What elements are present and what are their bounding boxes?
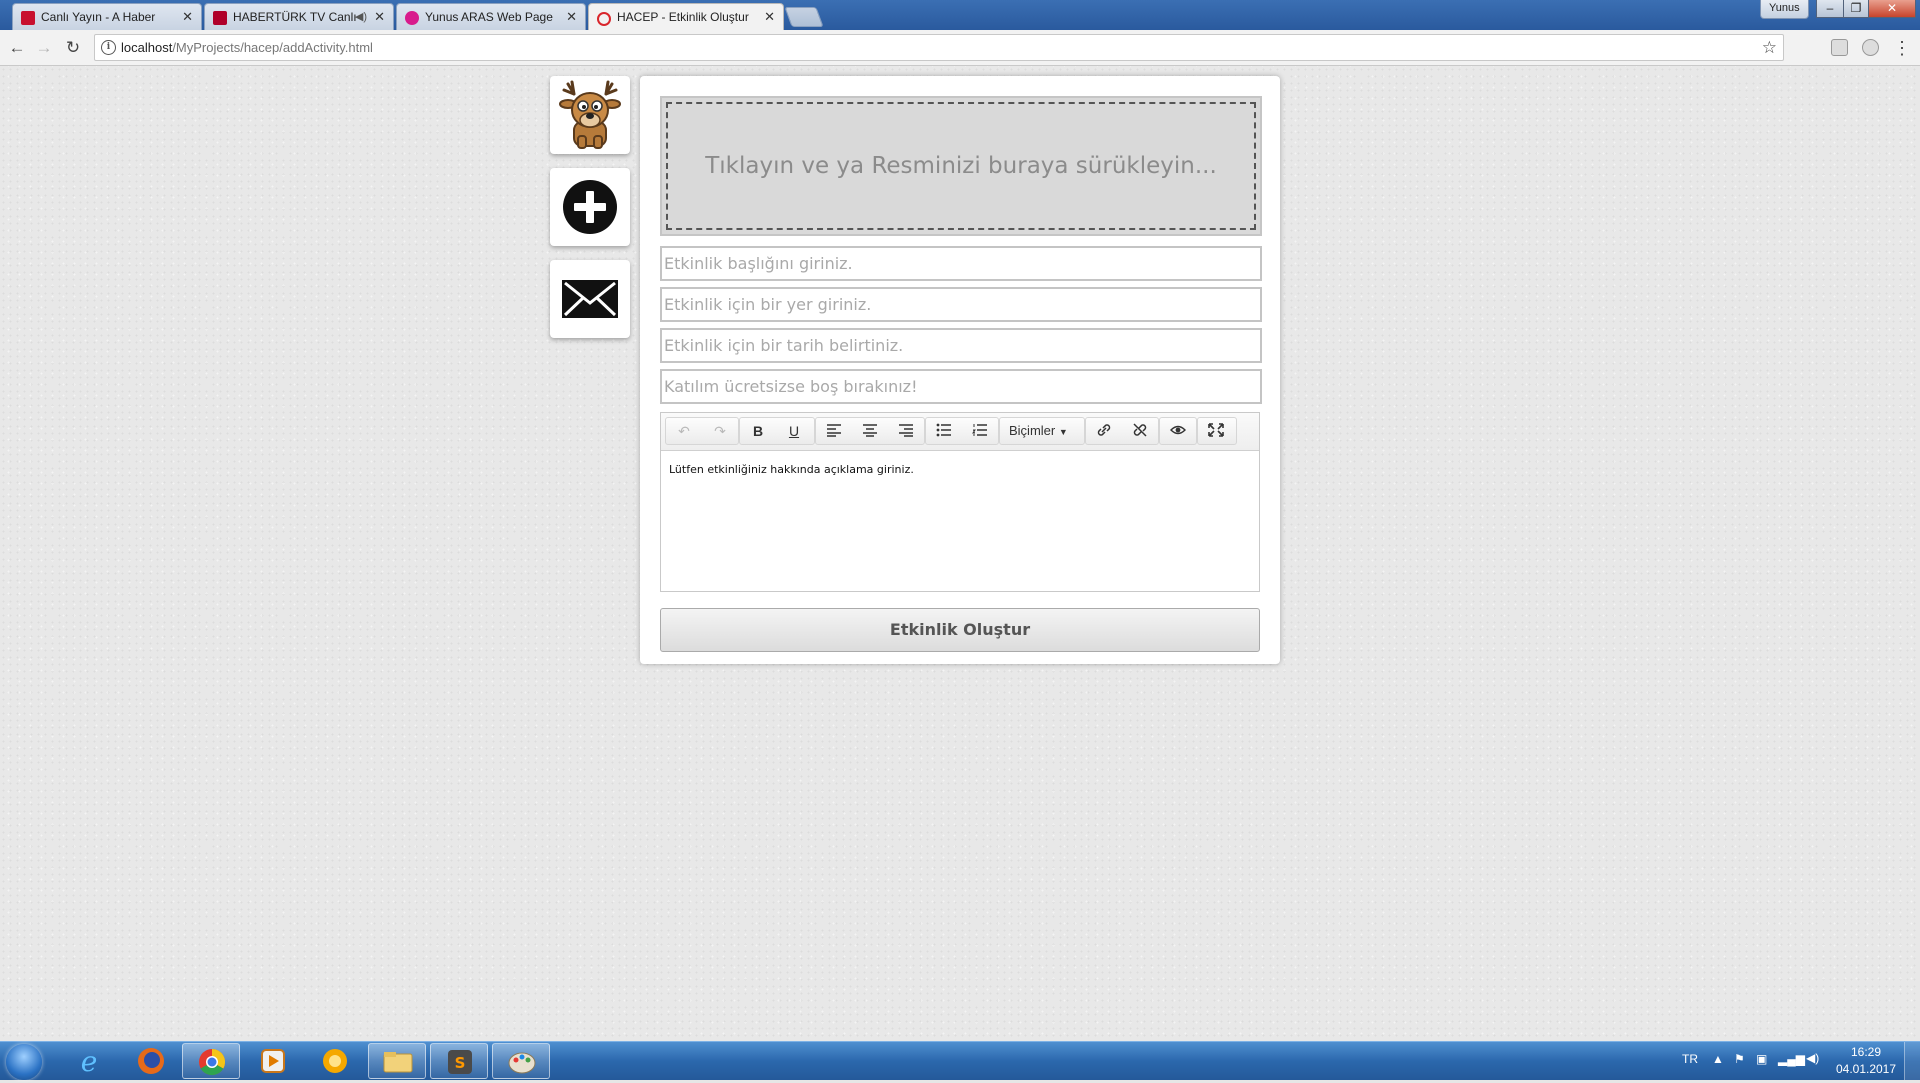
- align-right-icon[interactable]: [889, 417, 923, 445]
- chrome-icon[interactable]: [182, 1043, 240, 1079]
- svg-text:S: S: [455, 1054, 466, 1072]
- file-explorer-icon[interactable]: [368, 1043, 426, 1079]
- extension-icon[interactable]: [1831, 39, 1848, 56]
- editor-content[interactable]: Lütfen etkinliğiniz hakkında açıklama gi…: [669, 463, 914, 476]
- link-icon[interactable]: [1087, 417, 1121, 445]
- back-arrow-icon[interactable]: ←: [6, 37, 28, 59]
- rich-text-editor[interactable]: ↶ ↷ B U Biçimler ▼ Lütfen etkinliğiniz h…: [660, 412, 1260, 592]
- tab-hacep[interactable]: HACEP - Etkinlik Oluştur ✕: [588, 3, 784, 31]
- close-tab-icon[interactable]: ✕: [374, 4, 385, 30]
- redo-icon[interactable]: ↷: [703, 417, 737, 445]
- tab-title: HACEP - Etkinlik Oluştur: [617, 10, 749, 24]
- address-bar[interactable]: i localhost/MyProjects/hacep/addActivity…: [94, 34, 1784, 61]
- undo-icon[interactable]: ↶: [667, 417, 701, 445]
- dropzone-text: Tıklayın ve ya Resminizi buraya sürükley…: [705, 153, 1217, 179]
- editor-toolbar: ↶ ↷ B U Biçimler ▼: [661, 413, 1259, 451]
- bold-icon[interactable]: B: [741, 417, 775, 445]
- speaker-icon[interactable]: ◀): [355, 4, 367, 30]
- close-tab-icon[interactable]: ✕: [566, 4, 577, 30]
- create-activity-button[interactable]: Etkinlik Oluştur: [660, 608, 1260, 652]
- underline-icon[interactable]: U: [777, 417, 811, 445]
- bookmark-star-icon[interactable]: ☆: [1762, 35, 1777, 60]
- formats-dropdown[interactable]: Biçimler ▼: [1001, 417, 1076, 445]
- url-host: localhost: [121, 40, 173, 55]
- image-dropzone[interactable]: Tıklayın ve ya Resminizi buraya sürükley…: [660, 96, 1262, 236]
- profile-button[interactable]: Yunus: [1760, 0, 1809, 19]
- title-input[interactable]: [660, 246, 1262, 281]
- browser-menu-icon[interactable]: ⋮: [1893, 37, 1911, 59]
- network-adapter-icon[interactable]: ▣: [1756, 1052, 1767, 1066]
- messages-button[interactable]: [550, 260, 630, 338]
- internet-explorer-icon[interactable]: e: [60, 1043, 118, 1079]
- a-haber-favicon-icon: [21, 11, 35, 25]
- close-tab-icon[interactable]: ✕: [182, 4, 193, 30]
- numbered-list-icon[interactable]: [963, 417, 997, 445]
- windows-taskbar: e S TR ▲ ⚑ ▣ ▂▄▆ ◀) 16:29 04.01.2017: [0, 1041, 1920, 1080]
- tab-a-haber[interactable]: Canlı Yayın - A Haber ✕: [12, 3, 202, 30]
- preview-eye-icon[interactable]: [1161, 417, 1195, 445]
- align-left-icon[interactable]: [817, 417, 851, 445]
- yunus-favicon-icon: [405, 11, 419, 25]
- action-center-flag-icon[interactable]: ⚑: [1734, 1052, 1745, 1066]
- tab-title: Canlı Yayın - A Haber: [41, 10, 156, 24]
- close-window-button[interactable]: ✕: [1868, 0, 1916, 18]
- place-input[interactable]: [660, 287, 1262, 322]
- language-indicator[interactable]: TR: [1682, 1052, 1698, 1066]
- extension-icon[interactable]: [1862, 39, 1879, 56]
- close-tab-icon[interactable]: ✕: [764, 4, 775, 30]
- show-desktop-button[interactable]: [1904, 1042, 1920, 1080]
- firefox-icon[interactable]: [122, 1043, 180, 1079]
- activity-form-card: Tıklayın ve ya Resminizi buraya sürükley…: [640, 76, 1280, 664]
- clock-time[interactable]: 16:29: [1838, 1045, 1894, 1059]
- signal-bars-icon[interactable]: ▂▄▆: [1778, 1052, 1805, 1066]
- url-path: /MyProjects/hacep/addActivity.html: [172, 40, 373, 55]
- caret-down-icon: ▼: [1058, 427, 1068, 437]
- app-orange-icon[interactable]: [306, 1043, 364, 1079]
- show-hidden-icons-icon[interactable]: ▲: [1712, 1052, 1724, 1066]
- home-logo-button[interactable]: [550, 76, 630, 154]
- deer-icon: [559, 80, 621, 149]
- forward-arrow-icon[interactable]: →: [33, 37, 55, 59]
- add-activity-button[interactable]: [550, 168, 630, 246]
- tab-title: HABERTÜRK TV Canlı: [233, 10, 357, 24]
- unlink-icon[interactable]: [1123, 417, 1157, 445]
- volume-icon[interactable]: ◀): [1806, 1051, 1819, 1065]
- browser-toolbar: ← → ↻ i localhost/MyProjects/hacep/addAc…: [0, 30, 1920, 66]
- clock-date[interactable]: 04.01.2017: [1834, 1062, 1898, 1076]
- formats-label: Biçimler: [1009, 423, 1056, 438]
- new-tab-button[interactable]: [784, 7, 824, 27]
- fullscreen-icon[interactable]: [1199, 417, 1233, 445]
- tab-haberturk[interactable]: HABERTÜRK TV Canlı ◀) ✕: [204, 3, 394, 30]
- page-content: Tıklayın ve ya Resminizi buraya sürükley…: [0, 66, 1920, 1041]
- start-button[interactable]: [6, 1044, 42, 1080]
- haberturk-favicon-icon: [213, 11, 227, 25]
- url-text: localhost/MyProjects/hacep/addActivity.h…: [121, 35, 373, 60]
- date-input[interactable]: [660, 328, 1262, 363]
- tab-title: Yunus ARAS Web Page: [425, 10, 553, 24]
- sublime-text-icon[interactable]: S: [430, 1043, 488, 1079]
- plus-circle-icon: [563, 180, 617, 234]
- svg-text:e: e: [81, 1045, 98, 1078]
- restore-button[interactable]: ❐: [1843, 0, 1869, 18]
- bullet-list-icon[interactable]: [927, 417, 961, 445]
- paint-icon[interactable]: [492, 1043, 550, 1079]
- hacep-favicon-icon: [597, 12, 611, 26]
- envelope-icon: [562, 280, 618, 318]
- fee-input[interactable]: [660, 369, 1262, 404]
- align-center-icon[interactable]: [853, 417, 887, 445]
- tab-yunus-aras[interactable]: Yunus ARAS Web Page ✕: [396, 3, 586, 30]
- info-icon[interactable]: i: [101, 40, 116, 55]
- browser-titlebar: Canlı Yayın - A Haber ✕ HABERTÜRK TV Can…: [0, 0, 1920, 31]
- minimize-button[interactable]: –: [1816, 0, 1844, 18]
- media-player-icon[interactable]: [244, 1043, 302, 1079]
- reload-icon[interactable]: ↻: [62, 37, 84, 59]
